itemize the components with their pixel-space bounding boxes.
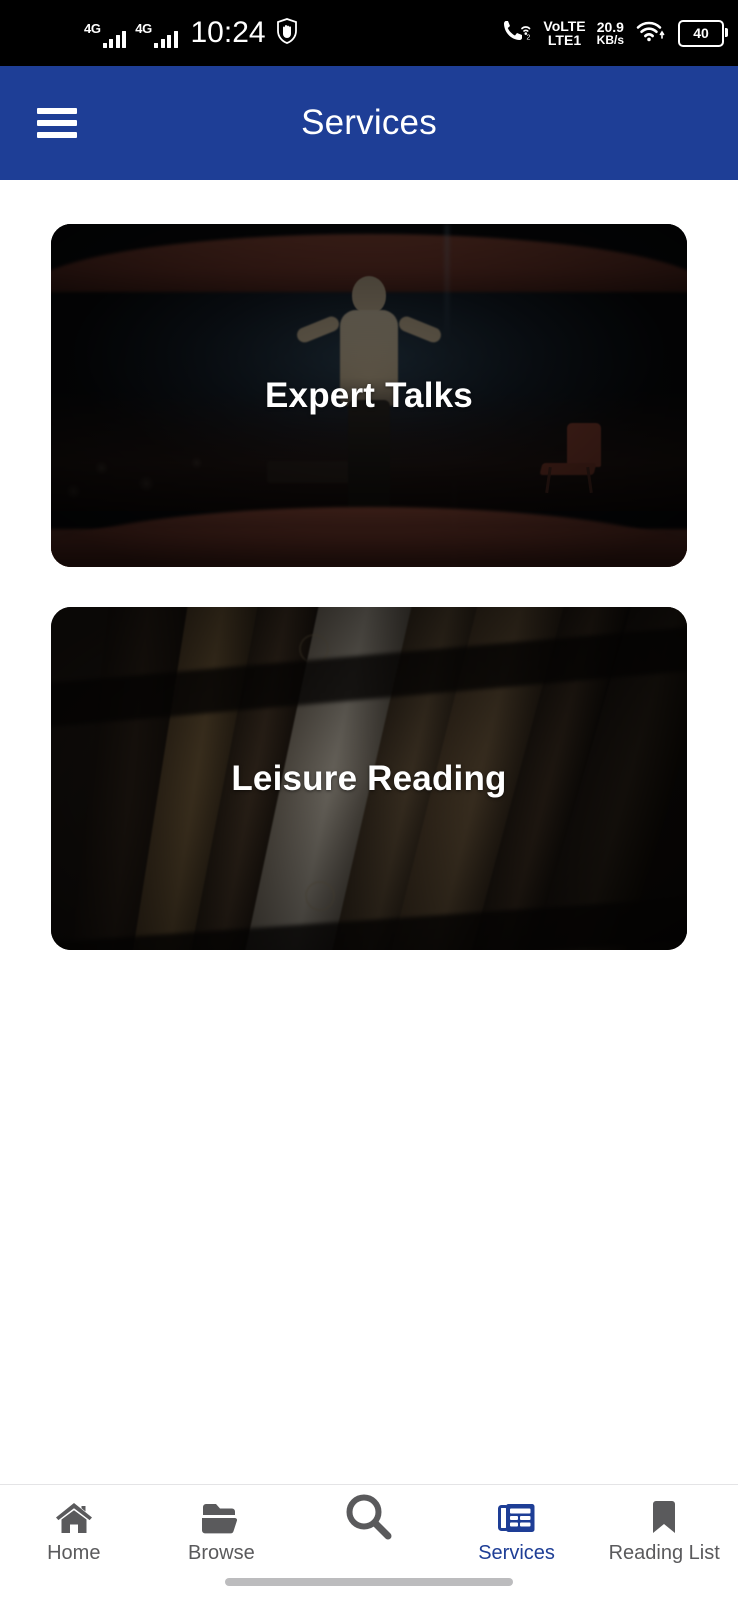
bookmark-icon (648, 1497, 680, 1539)
network-speed-value: 20.9 (596, 18, 624, 35)
svg-text:2: 2 (527, 34, 531, 41)
sim1-signal-bars (102, 30, 127, 48)
sim1-network-label: 4G (84, 21, 101, 36)
service-card-label: Leisure Reading (231, 758, 507, 798)
nav-label-home: Home (47, 1542, 101, 1564)
sim2-network-label: 4G (135, 21, 152, 36)
network-speed-indicator: 20.9 KB/s (596, 18, 624, 48)
home-icon (54, 1497, 94, 1539)
home-gesture-bar[interactable] (225, 1578, 513, 1586)
nav-item-reading-list[interactable]: Reading List (590, 1497, 738, 1600)
nav-label-services: Services (478, 1542, 555, 1564)
lte-label: LTE1 (547, 32, 582, 48)
battery-indicator: 40 (678, 19, 728, 47)
sim1-signal: 4G (84, 18, 127, 48)
service-card-label: Expert Talks (265, 375, 473, 415)
status-bar-left: 4G 4G 10:24 (84, 0, 299, 66)
hamburger-menu-icon[interactable] (37, 108, 77, 138)
status-bar-right: 2 VoLTE LTE1 20.9 KB/s 40 (502, 0, 728, 66)
nav-item-home[interactable]: Home (0, 1497, 148, 1600)
service-card-expert-talks[interactable]: Expert Talks (51, 224, 687, 567)
battery-level-label: 40 (693, 25, 709, 41)
hand-shield-icon (275, 17, 299, 49)
app-bar: Services (0, 66, 738, 180)
nav-label-browse: Browse (188, 1542, 255, 1564)
wifi-icon (635, 19, 667, 48)
sim2-signal: 4G (135, 18, 178, 48)
call-wifi-icon: 2 (502, 18, 532, 49)
service-card-leisure-reading[interactable]: Leisure Reading (51, 607, 687, 950)
search-icon (340, 1494, 398, 1540)
nav-label-reading-list: Reading List (608, 1542, 720, 1564)
folder-icon (200, 1497, 242, 1539)
phone-screen: 4G 4G 10:24 2 VoLTE LTE1 20.9 KB/s 40 Se… (0, 0, 738, 1600)
volte-indicator: VoLTE LTE1 (543, 17, 586, 48)
page-title: Services (301, 103, 437, 142)
articles-icon (497, 1497, 537, 1539)
volte-label: VoLTE (543, 17, 586, 34)
status-bar: 4G 4G 10:24 2 VoLTE LTE1 20.9 KB/s 40 (0, 0, 738, 66)
network-speed-unit: KB/s (596, 33, 624, 48)
services-list: Expert Talks Leisure Reading (0, 180, 738, 1484)
sim2-signal-bars (154, 30, 178, 48)
status-bar-clock: 10:24 (190, 16, 266, 49)
